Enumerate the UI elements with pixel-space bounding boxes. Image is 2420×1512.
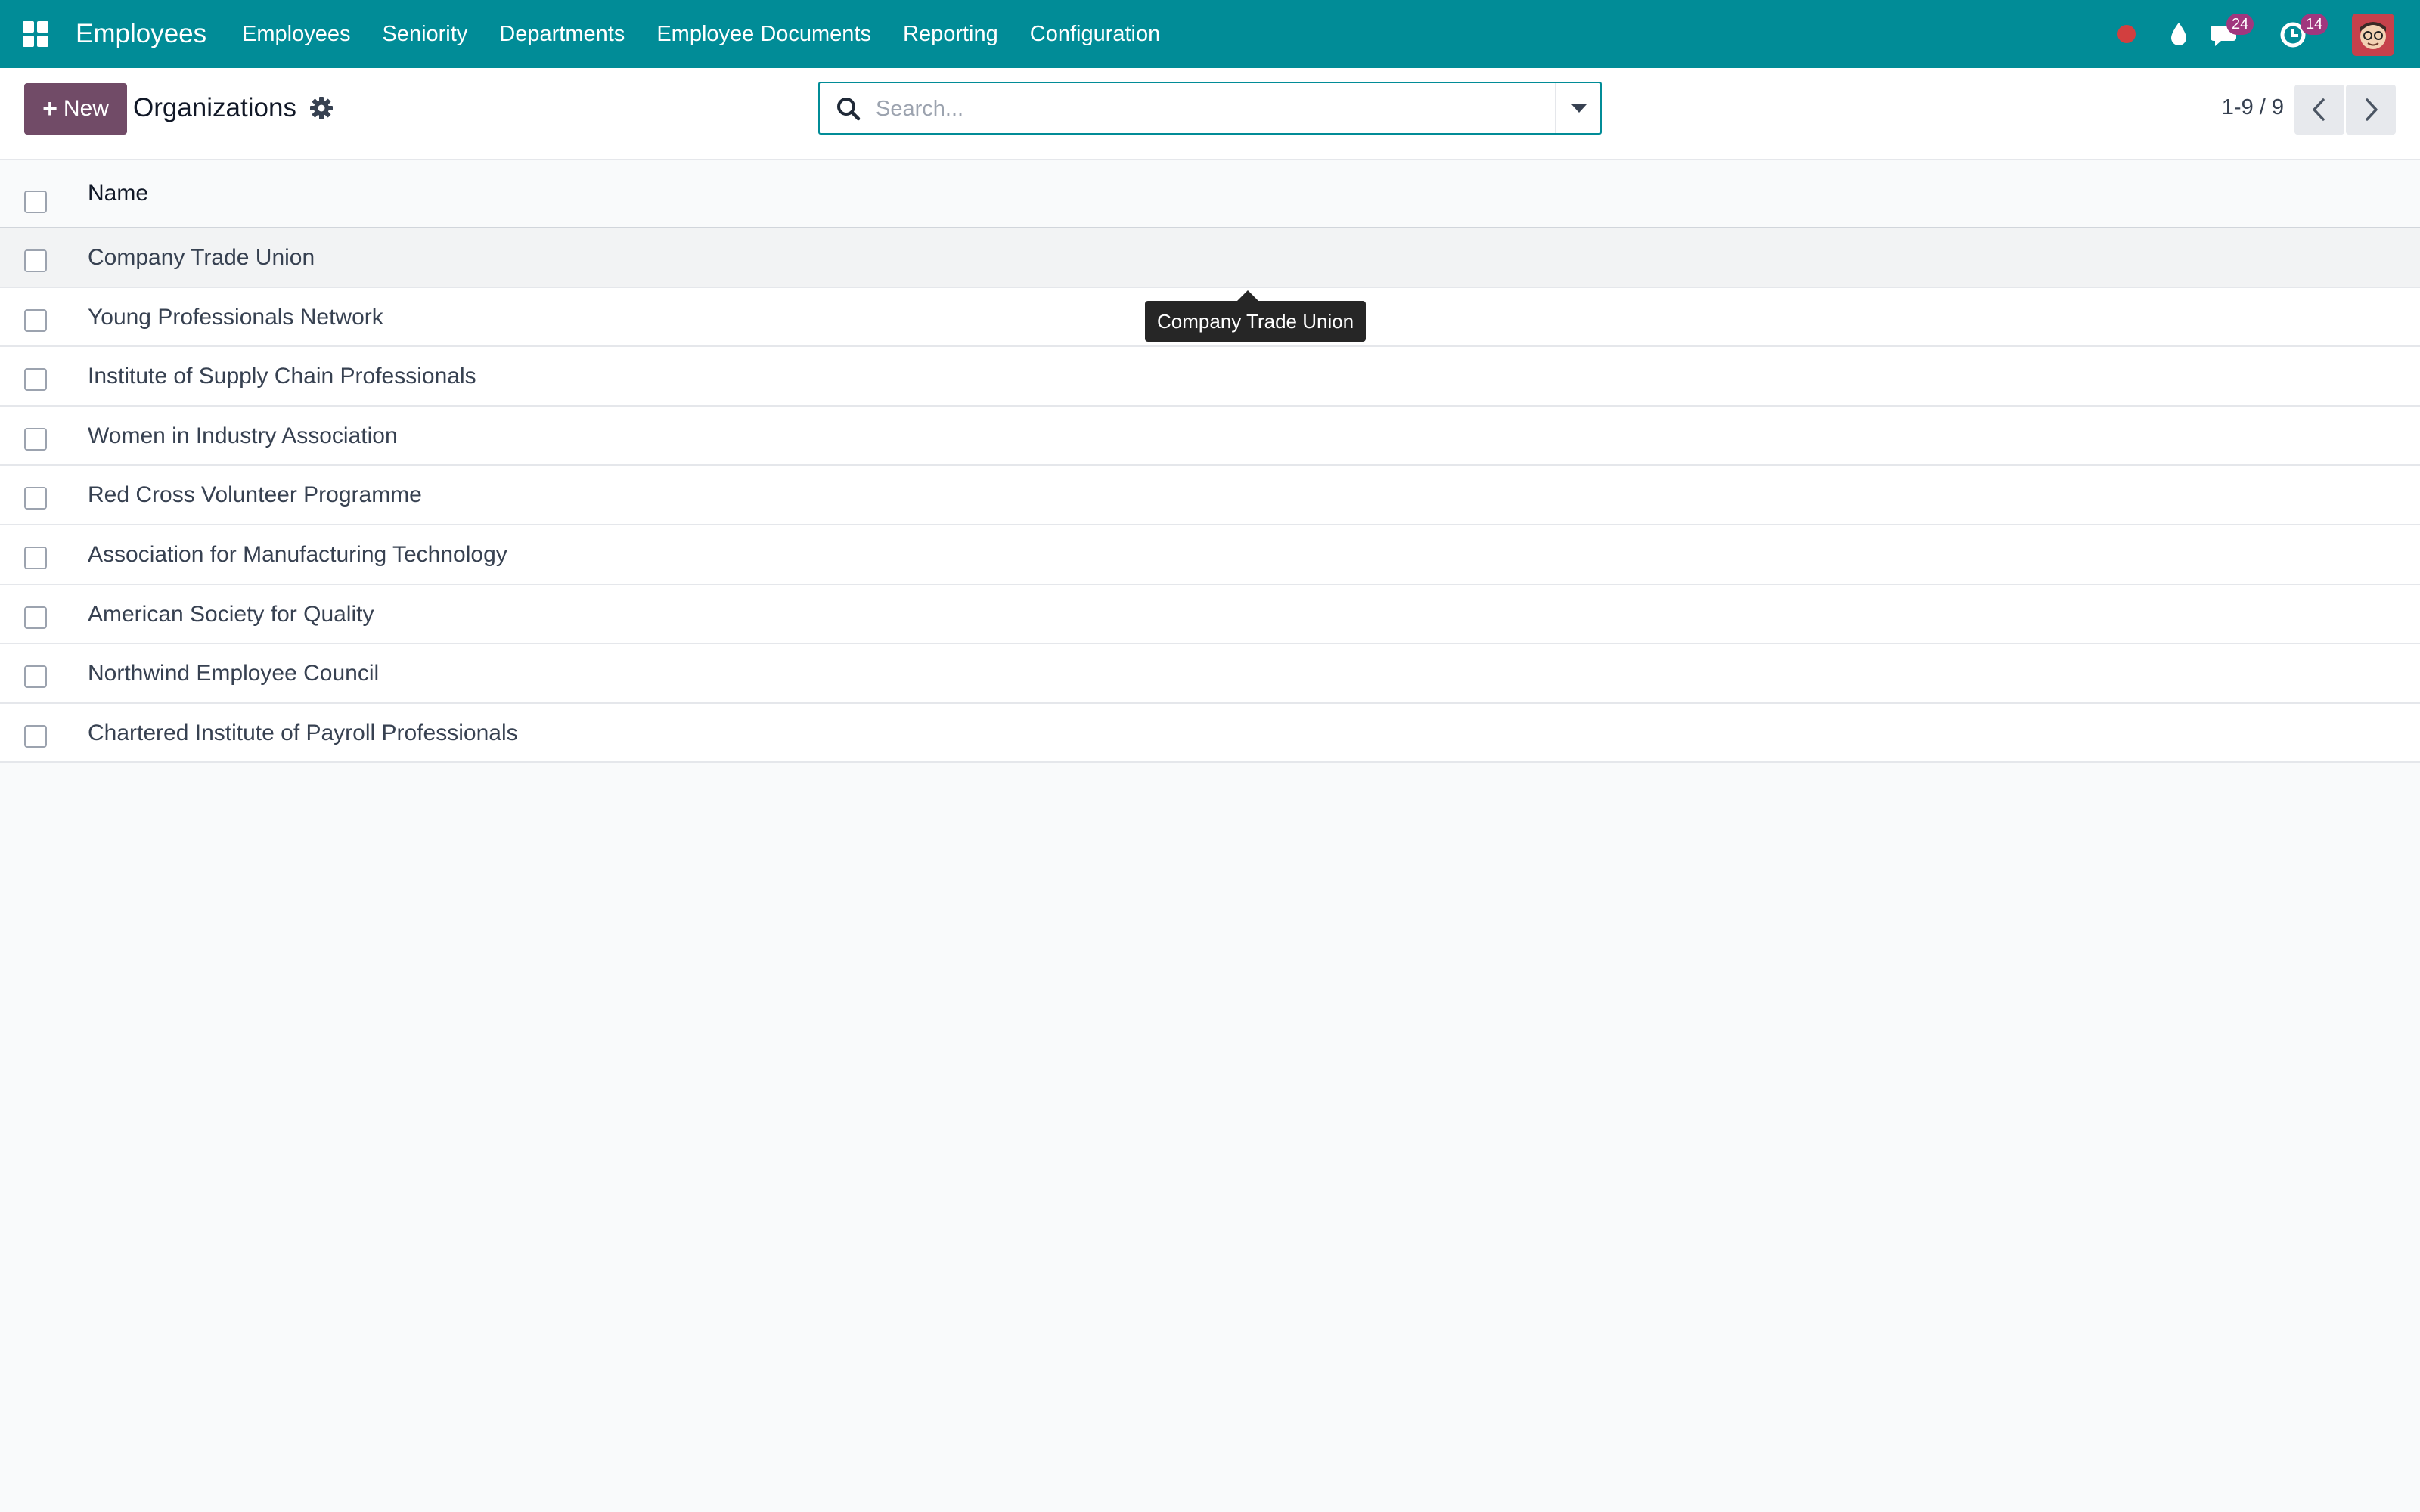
chevron-left-icon	[2313, 98, 2325, 121]
messages-icon[interactable]: 24	[2208, 14, 2254, 51]
main-menu: Employees Seniority Departments Employee…	[242, 18, 1192, 50]
search-input[interactable]	[876, 89, 1526, 129]
row-name[interactable]: Women in Industry Association	[88, 420, 398, 452]
messages-badge: 24	[2226, 14, 2254, 35]
search-options-caret-icon[interactable]	[1555, 83, 1600, 133]
row-name[interactable]: Company Trade Union	[88, 242, 315, 274]
row-checkbox[interactable]	[24, 606, 47, 629]
user-avatar[interactable]	[2352, 14, 2394, 56]
pager-previous-button[interactable]	[2294, 85, 2344, 135]
row-tooltip: Company Trade Union	[1145, 290, 1367, 342]
record-dot-icon[interactable]	[2118, 25, 2136, 43]
row-name[interactable]: Northwind Employee Council	[88, 658, 379, 689]
row-checkbox[interactable]	[24, 724, 47, 748]
list-header: Name	[0, 160, 2420, 228]
new-button[interactable]: + New	[24, 83, 127, 135]
search-bar	[818, 82, 1602, 135]
menu-item-employee-documents[interactable]: Employee Documents	[656, 18, 871, 50]
drop-icon[interactable]	[2161, 17, 2196, 51]
menu-item-reporting[interactable]: Reporting	[903, 18, 998, 50]
row-checkbox[interactable]	[24, 249, 47, 272]
row-name[interactable]: American Society for Quality	[88, 599, 374, 631]
pager-value[interactable]: 1-9 / 9	[2222, 92, 2284, 122]
pager-next-button[interactable]	[2346, 85, 2396, 135]
new-button-label: New	[63, 96, 109, 121]
page-title: Organizations	[133, 93, 296, 122]
menu-item-employees[interactable]: Employees	[242, 18, 350, 50]
gear-icon[interactable]	[309, 95, 334, 121]
column-header-name[interactable]: Name	[88, 178, 148, 209]
app-brand[interactable]: Employees	[76, 17, 206, 51]
menu-item-configuration[interactable]: Configuration	[1030, 18, 1161, 50]
chevron-right-icon	[2366, 98, 2378, 121]
row-checkbox[interactable]	[24, 427, 47, 451]
table-row[interactable]: American Society for Quality	[0, 584, 2420, 645]
table-row[interactable]: Association for Manufacturing Technology	[0, 525, 2420, 585]
row-checkbox[interactable]	[24, 546, 47, 569]
table-row[interactable]: Red Cross Volunteer Programme	[0, 466, 2420, 525]
table-row[interactable]: Institute of Supply Chain Professionals	[0, 347, 2420, 407]
organizations-list: Name Company Trade Union Young Professio…	[0, 160, 2420, 764]
row-checkbox[interactable]	[24, 308, 47, 332]
control-panel: + New Organizations 1-9 / 9	[0, 68, 2420, 160]
table-row[interactable]: Women in Industry Association	[0, 406, 2420, 466]
row-checkbox[interactable]	[24, 487, 47, 510]
row-name[interactable]: Chartered Institute of Payroll Professio…	[88, 717, 518, 749]
row-name[interactable]: Red Cross Volunteer Programme	[88, 479, 422, 511]
table-row[interactable]: Company Trade Union	[0, 228, 2420, 288]
row-checkbox[interactable]	[24, 665, 47, 689]
apps-menu-icon[interactable]	[23, 21, 48, 47]
activities-clock-icon[interactable]: 14	[2278, 14, 2328, 51]
table-row[interactable]: Northwind Employee Council	[0, 644, 2420, 704]
row-checkbox[interactable]	[24, 368, 47, 392]
search-icon	[833, 94, 864, 124]
menu-item-departments[interactable]: Departments	[499, 18, 625, 50]
row-name[interactable]: Institute of Supply Chain Professionals	[88, 361, 476, 392]
menu-item-seniority[interactable]: Seniority	[382, 18, 467, 50]
activities-badge: 14	[2301, 14, 2328, 35]
plus-icon: +	[42, 94, 57, 123]
top-navbar: Employees Employees Seniority Department…	[0, 0, 2420, 68]
row-name[interactable]: Association for Manufacturing Technology	[88, 539, 507, 571]
select-all-checkbox[interactable]	[24, 191, 47, 213]
row-name[interactable]: Young Professionals Network	[88, 302, 383, 333]
table-row[interactable]: Chartered Institute of Payroll Professio…	[0, 703, 2420, 764]
